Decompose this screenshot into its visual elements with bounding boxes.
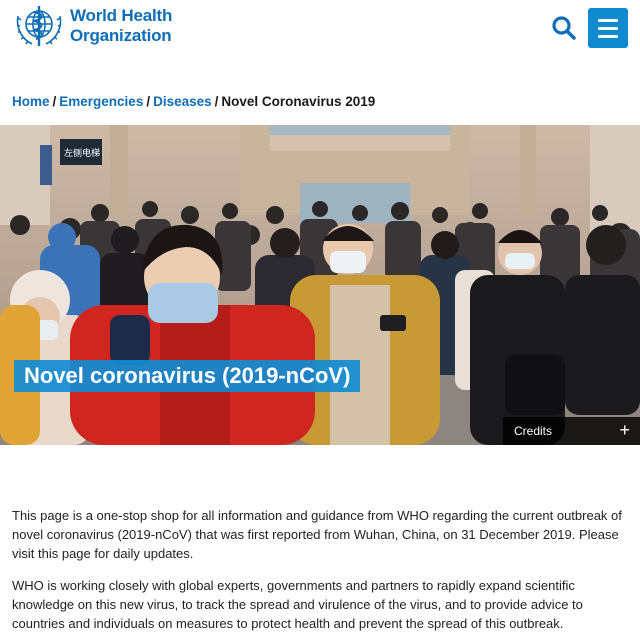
- breadcrumb-current: Novel Coronavirus 2019: [221, 94, 376, 109]
- logo-text: World Health Organization: [70, 6, 172, 46]
- who-emblem-icon: [16, 6, 62, 46]
- plus-icon: +: [619, 420, 630, 440]
- hero-title: Novel coronavirus (2019-nCoV): [14, 360, 361, 392]
- body-paragraph: WHO is working closely with global exper…: [12, 578, 583, 631]
- breadcrumb-separator: /: [214, 94, 219, 109]
- hamburger-menu-icon-bar: [598, 26, 618, 30]
- breadcrumb-separator: /: [146, 94, 151, 109]
- search-button[interactable]: [548, 12, 580, 44]
- site-header: World Health Organization: [0, 0, 640, 60]
- who-logo[interactable]: World Health Organization: [12, 2, 172, 50]
- logo-line-1: World Health: [70, 6, 173, 25]
- credits-toggle[interactable]: Credits +: [503, 417, 640, 445]
- hamburger-menu-icon-bar: [598, 34, 618, 38]
- hero-image: 左侧电梯: [0, 125, 640, 445]
- intro-paragraph: This page is a one-stop shop for all inf…: [12, 508, 622, 561]
- breadcrumb-diseases[interactable]: Diseases: [153, 94, 212, 109]
- hamburger-menu-icon: [598, 18, 618, 22]
- breadcrumb: Home / Emergencies / Diseases / Novel Coronavi…: [12, 93, 375, 111]
- main-content: This page is a one-stop shop for all inf…: [12, 506, 632, 640]
- breadcrumb-emergencies[interactable]: Emergencies: [59, 94, 143, 109]
- menu-button[interactable]: [588, 8, 628, 48]
- logo-line-2: Organization: [70, 26, 172, 45]
- breadcrumb-home[interactable]: Home: [12, 94, 50, 109]
- breadcrumb-separator: /: [52, 94, 57, 109]
- credits-label: Credits: [514, 424, 553, 438]
- search-icon: [552, 16, 576, 40]
- hero-banner: 左侧电梯 Novel coronavirus (2019-nCoV) Credi…: [0, 125, 640, 445]
- hall-sign-text: 左侧电梯: [64, 147, 100, 159]
